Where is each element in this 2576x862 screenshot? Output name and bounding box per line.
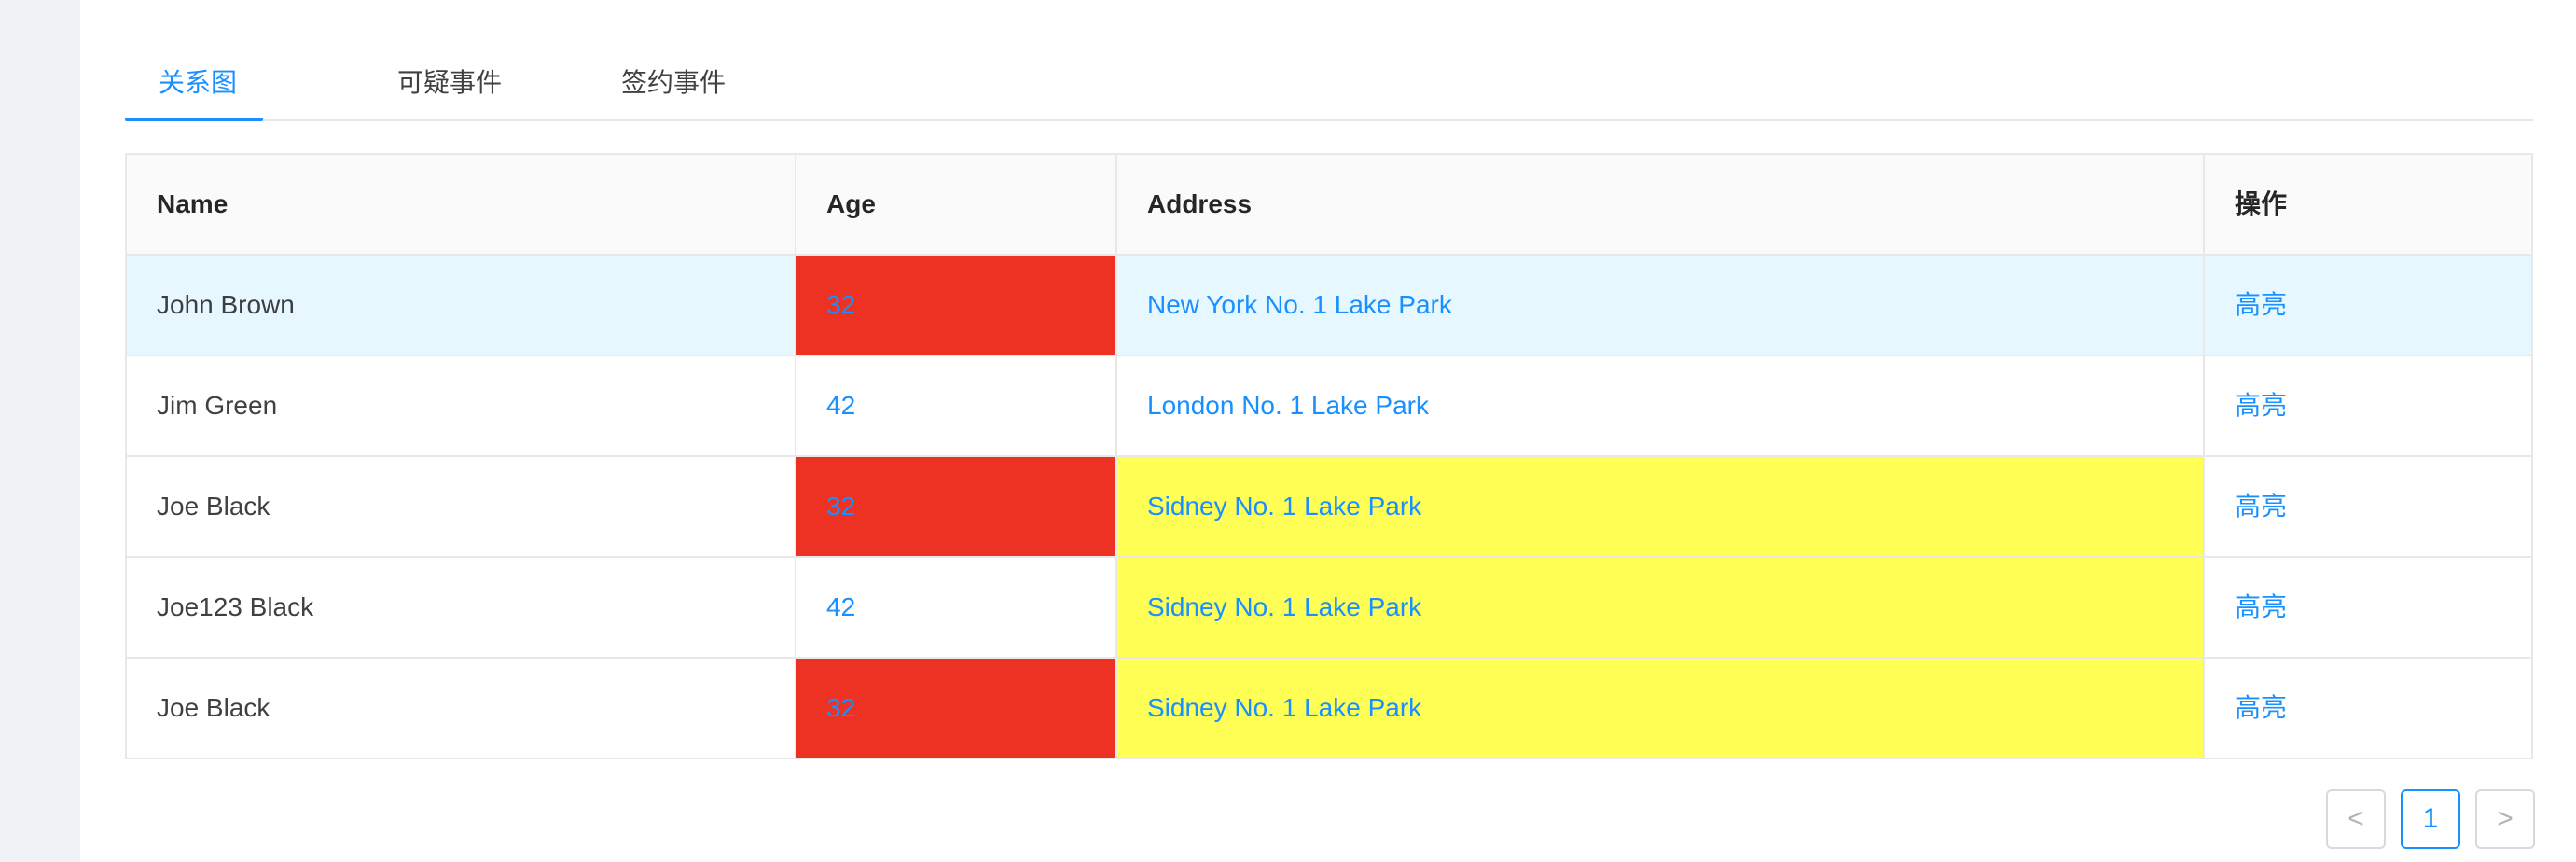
highlight-action-link[interactable]: 高亮 bbox=[2203, 256, 2533, 355]
active-tab-indicator bbox=[125, 118, 263, 121]
column-header-name: Name bbox=[157, 189, 229, 218]
highlight-action-link[interactable]: 高亮 bbox=[2203, 457, 2533, 556]
chevron-right-icon: > bbox=[2497, 803, 2514, 834]
tab-signing-events[interactable]: 签约事件 bbox=[621, 54, 726, 121]
table-row[interactable]: Joe Black 32 Sidney No. 1 Lake Park 高亮 bbox=[127, 659, 2531, 759]
highlight-action-link[interactable]: 高亮 bbox=[2203, 558, 2533, 657]
cell-age[interactable]: 32 bbox=[795, 256, 1115, 355]
table-row[interactable]: Joe Black 32 Sidney No. 1 Lake Park 高亮 bbox=[127, 457, 2531, 558]
cell-age[interactable]: 32 bbox=[795, 457, 1115, 556]
highlight-action-link[interactable]: 高亮 bbox=[2203, 659, 2533, 758]
main-content: 关系图 可疑事件 签约事件 Name Age Address 操作 John B… bbox=[80, 0, 2576, 862]
left-sidebar-rail bbox=[0, 0, 80, 862]
cell-name: Jim Green bbox=[157, 391, 278, 420]
table-row[interactable]: Joe123 Black 42 Sidney No. 1 Lake Park 高… bbox=[127, 558, 2531, 659]
cell-name: John Brown bbox=[157, 290, 295, 319]
column-header-address: Address bbox=[1115, 155, 2203, 254]
tab-relationship-graph[interactable]: 关系图 bbox=[159, 54, 237, 121]
table-row[interactable]: John Brown 32 New York No. 1 Lake Park 高… bbox=[127, 256, 2531, 356]
cell-address[interactable]: Sidney No. 1 Lake Park bbox=[1115, 558, 2203, 657]
cell-age[interactable]: 42 bbox=[795, 356, 1115, 455]
cell-name: Joe123 Black bbox=[157, 592, 314, 621]
data-table: Name Age Address 操作 John Brown 32 New Yo… bbox=[125, 153, 2533, 759]
pagination-prev-button[interactable]: < bbox=[2326, 789, 2386, 849]
cell-address[interactable]: London No. 1 Lake Park bbox=[1115, 356, 2203, 455]
tab-suspicious-events[interactable]: 可疑事件 bbox=[397, 54, 502, 121]
cell-name: Joe Black bbox=[157, 693, 270, 722]
cell-address[interactable]: New York No. 1 Lake Park bbox=[1115, 256, 2203, 355]
table-header-row: Name Age Address 操作 bbox=[127, 155, 2531, 256]
table-row[interactable]: Jim Green 42 London No. 1 Lake Park 高亮 bbox=[127, 356, 2531, 457]
cell-name: Joe Black bbox=[157, 492, 270, 521]
cell-age[interactable]: 32 bbox=[795, 659, 1115, 758]
column-header-age: Age bbox=[795, 155, 1115, 254]
column-header-action: 操作 bbox=[2203, 155, 2533, 254]
cell-address[interactable]: Sidney No. 1 Lake Park bbox=[1115, 659, 2203, 758]
tab-bar: 关系图 可疑事件 签约事件 bbox=[125, 54, 2533, 121]
highlight-action-link[interactable]: 高亮 bbox=[2203, 356, 2533, 455]
cell-age[interactable]: 42 bbox=[795, 558, 1115, 657]
chevron-left-icon: < bbox=[2347, 803, 2364, 834]
cell-address[interactable]: Sidney No. 1 Lake Park bbox=[1115, 457, 2203, 556]
pagination-page-button[interactable]: 1 bbox=[2401, 789, 2460, 849]
pagination-next-button[interactable]: > bbox=[2475, 789, 2535, 849]
